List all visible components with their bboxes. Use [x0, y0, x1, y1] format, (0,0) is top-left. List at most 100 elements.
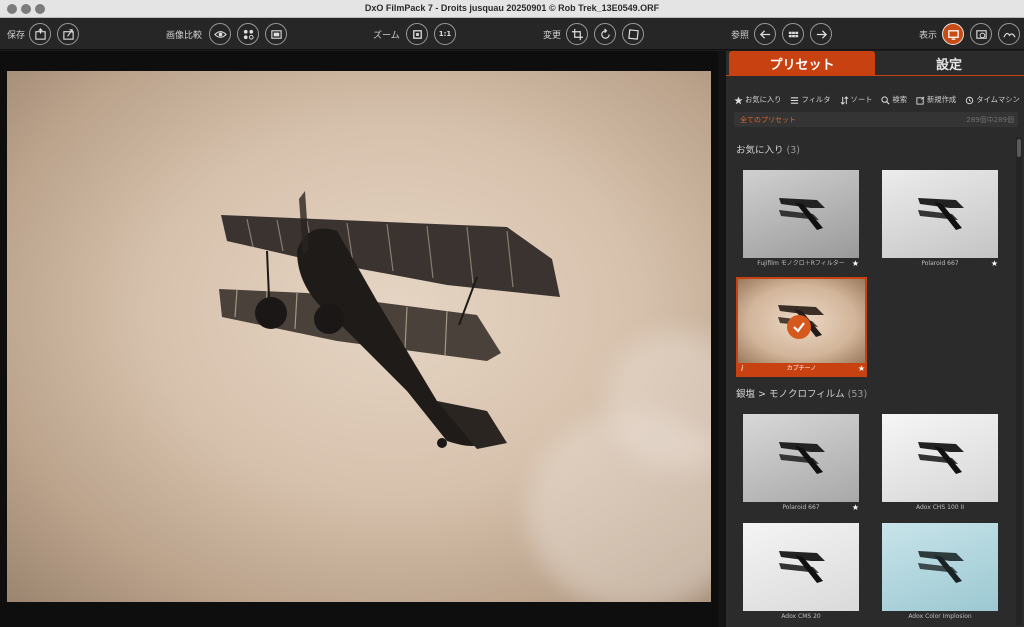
panel-splitter[interactable] — [718, 51, 726, 627]
preset-list-scrollbar[interactable] — [1016, 137, 1022, 625]
browse-label: 参照 — [731, 31, 750, 41]
preset-preview — [743, 523, 859, 611]
app-window: DxO FilmPack 7 - Droits jusquau 20250901… — [0, 0, 1024, 627]
preset-filter-bar: お気に入り フィルタ ソート 検索 新規作成 タイムマシン — [734, 94, 1022, 106]
preset-name: Adox CHS 100 II — [915, 504, 965, 511]
image-viewer[interactable] — [0, 51, 718, 627]
preset-thumb-polaroid-667-a[interactable]: Polaroid 667 ★ — [882, 170, 998, 270]
rotate-button[interactable] — [594, 23, 616, 45]
favorites-filter-button[interactable]: お気に入り — [734, 94, 781, 106]
new-preset-button[interactable]: 新規作成 — [916, 94, 956, 106]
display-label: 表示 — [919, 31, 938, 41]
preset-preview — [882, 170, 998, 258]
biplane-mini-icon — [918, 198, 964, 230]
display-single-view-button[interactable] — [942, 23, 964, 45]
zoom-100-button[interactable]: 1:1 — [434, 23, 456, 45]
biplane-mini-icon — [779, 551, 825, 583]
display-loupe-button[interactable] — [970, 23, 992, 45]
preset-thumb-fujifilm-r[interactable]: Fujifilm モノクロ＋Rフィルター ★ — [743, 170, 859, 270]
browser-grid-button[interactable] — [782, 23, 804, 45]
favorite-star-icon[interactable]: ★ — [852, 258, 859, 270]
next-image-button[interactable] — [810, 23, 832, 45]
single-view-icon — [947, 29, 959, 40]
display-histogram-button[interactable] — [998, 23, 1020, 45]
search-button[interactable]: 検索 — [881, 94, 907, 106]
export-to-app-icon — [62, 28, 74, 40]
favorites-filter-label: お気に入り — [745, 95, 782, 104]
favorite-star-icon[interactable]: ★ — [991, 258, 998, 270]
preset-caption: Polaroid 667 ★ — [743, 502, 859, 514]
preset-caption: Adox CHS 100 II — [882, 502, 998, 514]
biplane-mini-icon — [779, 198, 825, 230]
tab-settings[interactable]: 設定 — [876, 51, 1022, 75]
preset-preview — [738, 279, 865, 363]
zoom-fit-button[interactable] — [406, 23, 428, 45]
preset-thumb-adox-cms[interactable]: Adox CMS 20 — [743, 523, 859, 623]
eye-icon — [213, 30, 227, 38]
preset-preview — [882, 414, 998, 502]
biplane-mini-icon — [918, 442, 964, 474]
silver-mono-section-title: 銀塩 > モノクロフィルム — [736, 389, 845, 400]
time-machine-icon — [966, 96, 974, 104]
arrow-left-icon — [759, 29, 770, 39]
histogram-icon — [1002, 32, 1016, 38]
preset-caption: Adox CMS 20 — [743, 611, 859, 623]
search-icon — [881, 95, 890, 105]
panel-tabs: プリセット 設定 — [726, 51, 1024, 75]
preset-caption: Fujifilm モノクロ＋Rフィルター ★ — [743, 258, 859, 270]
compare-label: 画像比較 — [166, 31, 203, 41]
sort-icon — [840, 95, 848, 105]
favorites-section-header[interactable]: お気に入り (3) — [736, 142, 800, 156]
window-title: DxO FilmPack 7 - Droits jusquau 20250901… — [364, 3, 660, 13]
presets-panel: プリセット 設定 お気に入り フィルタ ソート 検索 新規作成 タイムマシン 全… — [726, 51, 1024, 627]
loupe-icon — [975, 29, 987, 39]
zoom-label: ズーム — [373, 31, 400, 41]
preset-name: Adox CMS 20 — [781, 613, 821, 620]
crop-button[interactable] — [566, 23, 588, 45]
preset-name: Polaroid 667 — [782, 504, 820, 511]
biplane-mini-icon — [779, 442, 825, 474]
tab-underline — [726, 75, 1024, 76]
rotate-icon — [600, 28, 610, 39]
preset-thumb-cappuccino-selected[interactable]: i カプチーノ ★ — [736, 277, 867, 377]
compare-eye-button[interactable] — [209, 23, 231, 45]
compare-split-button[interactable] — [237, 23, 259, 45]
side-by-side-icon — [270, 29, 282, 39]
fit-screen-icon — [412, 29, 422, 39]
preset-name: Fujifilm モノクロ＋Rフィルター — [757, 260, 845, 267]
preset-preview — [882, 523, 998, 611]
preset-thumb-adox-color-implosion[interactable]: Adox Color Implosion — [882, 523, 998, 623]
export-to-app-button[interactable] — [57, 23, 79, 45]
silver-mono-section-header[interactable]: 銀塩 > モノクロフィルム (53) — [736, 386, 867, 400]
arrow-right-icon — [816, 29, 827, 39]
sort-label: ソート — [850, 95, 873, 104]
preset-thumb-polaroid-667-b[interactable]: Polaroid 667 ★ — [743, 414, 859, 514]
all-presets-label: 全てのプリセット — [740, 116, 796, 124]
save-label: 保存 — [7, 31, 26, 41]
favorite-star-icon[interactable]: ★ — [858, 363, 865, 375]
preset-caption: i カプチーノ ★ — [738, 363, 865, 375]
favorite-star-icon[interactable]: ★ — [852, 502, 859, 514]
main-toolbar: 保存 画像比較 ズーム 1:1 変更 参照 表示 — [0, 18, 1024, 50]
all-presets-count: 289個中289個 — [966, 116, 1014, 124]
preset-preview — [743, 170, 859, 258]
sort-button[interactable]: ソート — [840, 94, 873, 106]
preset-name: カプチーノ — [786, 365, 817, 372]
new-preset-label: 新規作成 — [927, 95, 957, 104]
biplane-image — [219, 191, 560, 449]
previous-image-button[interactable] — [754, 23, 776, 45]
scrollbar-thumb[interactable] — [1017, 139, 1021, 157]
preset-thumb-adox-chs[interactable]: Adox CHS 100 II — [882, 414, 998, 514]
search-label: 検索 — [892, 95, 908, 104]
all-presets-bar[interactable]: 全てのプリセット 289個中289個 — [734, 112, 1018, 127]
time-machine-button[interactable]: タイムマシン — [965, 94, 1020, 106]
tab-presets[interactable]: プリセット — [729, 51, 875, 75]
info-icon[interactable]: i — [741, 363, 743, 375]
compare-side-button[interactable] — [265, 23, 287, 45]
export-image-button[interactable] — [29, 23, 51, 45]
transform-label: 変更 — [543, 31, 562, 41]
straighten-button[interactable] — [622, 23, 644, 45]
filter-button[interactable]: フィルタ — [790, 94, 831, 106]
preset-preview — [743, 414, 859, 502]
main-photo[interactable] — [7, 71, 711, 602]
